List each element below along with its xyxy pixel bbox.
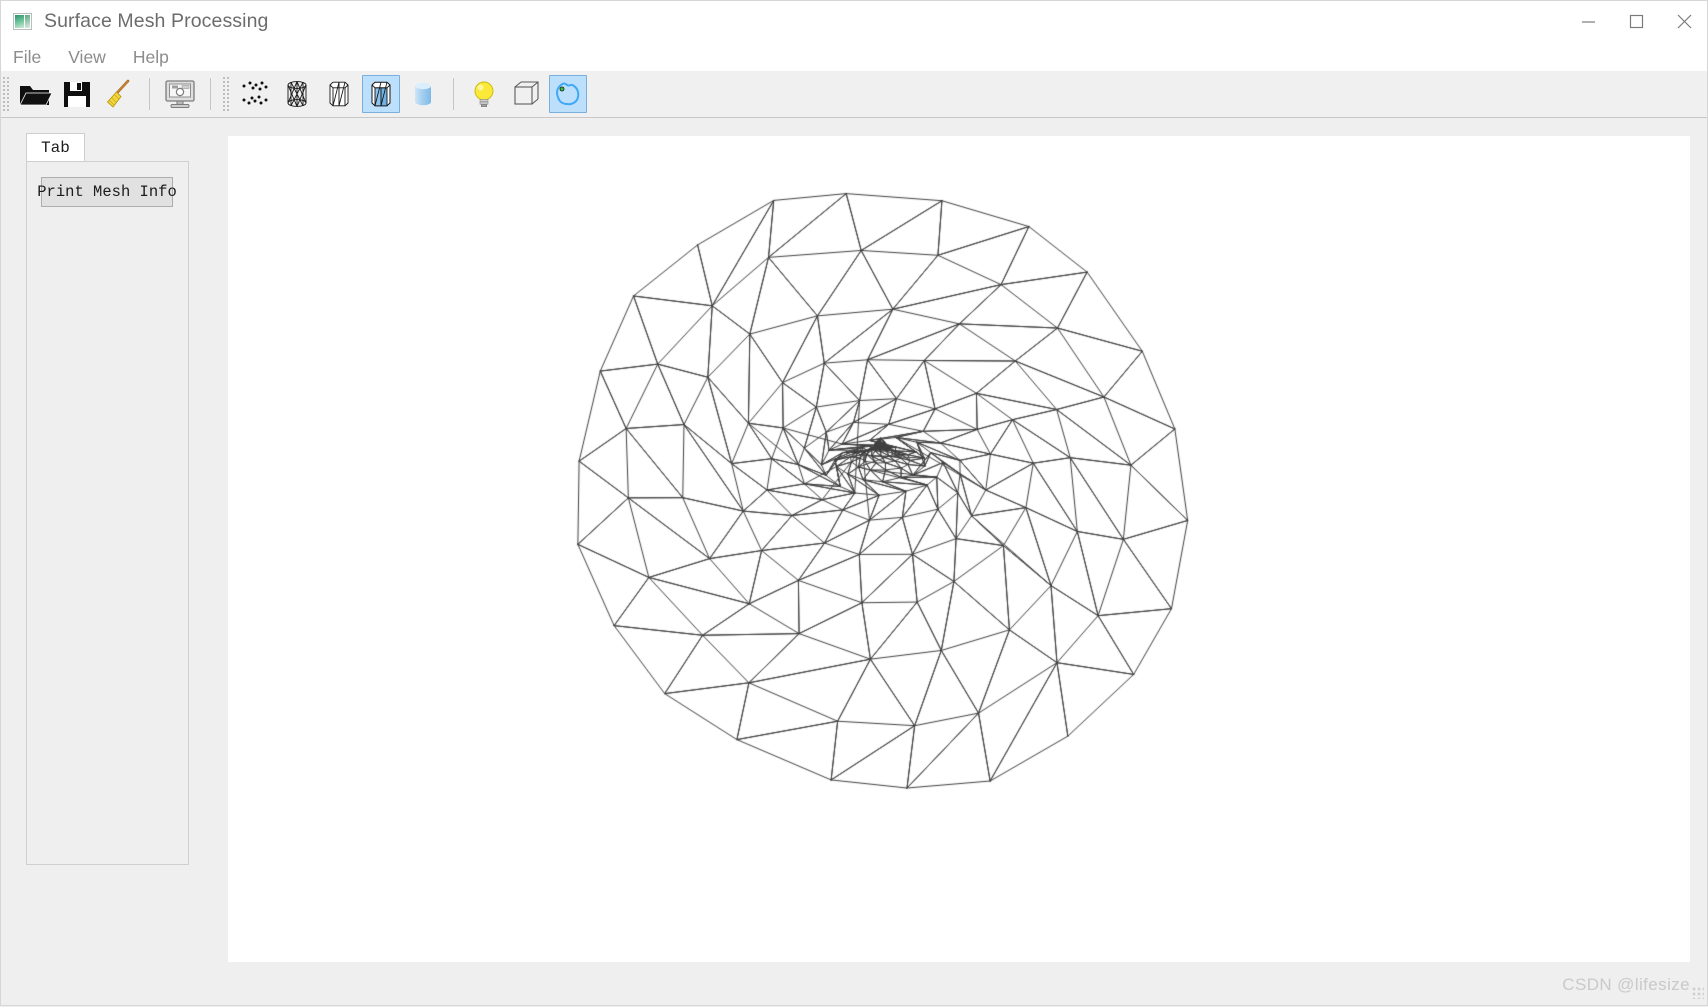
- app-window-icon: [13, 13, 32, 30]
- clear-button[interactable]: [100, 75, 138, 113]
- lightbulb-icon: [474, 81, 494, 107]
- solid-wireframe-icon: [371, 81, 391, 107]
- tab-content-pane: Print Mesh Info: [26, 161, 189, 865]
- render-solid-wireframe-button[interactable]: [362, 75, 400, 113]
- close-icon: [1677, 14, 1691, 29]
- save-file-button[interactable]: [58, 75, 96, 113]
- minimize-icon: [1581, 21, 1595, 23]
- broom-clear-icon: [106, 79, 130, 108]
- render-points-button[interactable]: [236, 75, 274, 113]
- print-mesh-info-button[interactable]: Print Mesh Info: [37, 177, 177, 207]
- toolbar-separator: [149, 78, 150, 110]
- watermark-text: CSDN @lifesize: [1562, 975, 1690, 994]
- minimize-button[interactable]: [1564, 0, 1612, 43]
- maximize-icon: [1629, 14, 1643, 29]
- open-folder-icon: [19, 86, 52, 106]
- application-window: Surface Mesh Processing File View Help T…: [0, 0, 1708, 1007]
- maximize-button[interactable]: [1612, 0, 1660, 43]
- triangulated-surface-mesh[interactable]: [228, 136, 1690, 962]
- bounding-box-icon: [514, 81, 539, 105]
- menu-bar: File View Help: [0, 43, 1708, 71]
- tab-main[interactable]: Tab: [26, 133, 85, 161]
- lighting-button[interactable]: [465, 75, 503, 113]
- render-solid-smooth-button[interactable]: [404, 75, 442, 113]
- toolbar-separator: [210, 78, 211, 110]
- snapshot-button[interactable]: [161, 75, 199, 113]
- tab-strip: Tab: [26, 133, 85, 161]
- render-hidden-line-button[interactable]: [320, 75, 358, 113]
- save-floppy-icon: [64, 82, 90, 107]
- wireframe-hidden-icon: [287, 81, 307, 107]
- tab-main-label: Tab: [41, 138, 70, 157]
- bounding-box-button[interactable]: [507, 75, 545, 113]
- screenshot-monitor-icon: [165, 80, 195, 108]
- left-panel: Tab Print Mesh Info: [0, 118, 228, 963]
- main-toolbar: [0, 71, 1708, 118]
- watermark-dots-icon: [1692, 987, 1704, 999]
- boundary-contour-button[interactable]: [549, 75, 587, 113]
- boundary-contour-icon: [556, 82, 580, 106]
- title-bar: Surface Mesh Processing: [0, 0, 1708, 44]
- window-controls: [1564, 0, 1708, 43]
- print-mesh-info-label: Print Mesh Info: [37, 183, 177, 201]
- toolbar-separator: [453, 78, 454, 110]
- render-wireframe-button[interactable]: [278, 75, 316, 113]
- menu-view[interactable]: View: [66, 45, 117, 70]
- close-button[interactable]: [1660, 0, 1708, 43]
- menu-file[interactable]: File: [11, 45, 52, 70]
- menu-help[interactable]: Help: [131, 45, 180, 70]
- toolbar-grip-handle[interactable]: [2, 76, 11, 112]
- points-cloud-icon: [242, 81, 268, 105]
- solid-smooth-icon: [415, 82, 431, 106]
- toolbar-grip-handle[interactable]: [222, 76, 231, 112]
- mesh-viewport[interactable]: [228, 136, 1690, 962]
- window-title: Surface Mesh Processing: [44, 10, 269, 32]
- hidden-line-icon: [329, 81, 349, 107]
- status-bar: [0, 963, 1708, 1007]
- open-file-button[interactable]: [16, 75, 54, 113]
